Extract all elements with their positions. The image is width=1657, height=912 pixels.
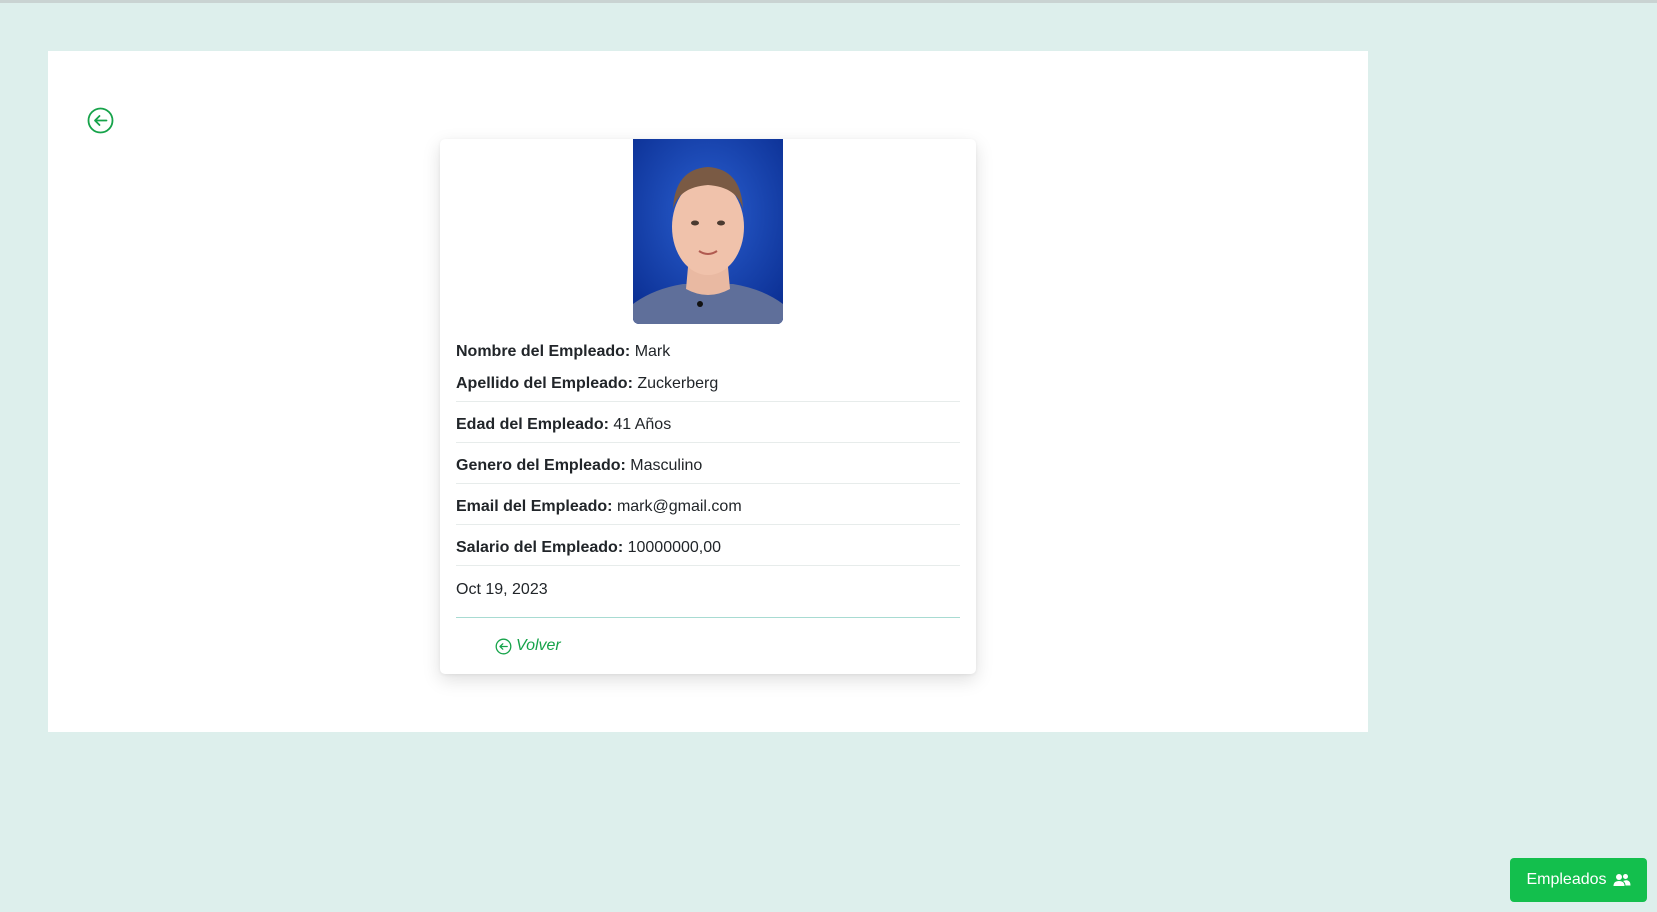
- genero-label: Genero del Empleado:: [456, 457, 626, 474]
- apellido-value: Zuckerberg: [637, 375, 719, 392]
- salario-label: Salario del Empleado:: [456, 539, 624, 556]
- top-border: [0, 0, 1657, 3]
- edad-label: Edad del Empleado:: [456, 416, 609, 433]
- separator: [456, 401, 960, 402]
- field-apellido: Apellido del Empleado: Zuckerberg: [456, 374, 960, 402]
- volver-label: Volver: [516, 637, 561, 654]
- email-label: Email del Empleado:: [456, 498, 613, 515]
- empleados-label: Empleados: [1526, 871, 1607, 888]
- field-email: Email del Empleado: mark@gmail.com: [456, 497, 960, 525]
- nombre-value: Mark: [634, 343, 671, 360]
- employee-card: Nombre del Empleado: Mark Apellido del E…: [440, 139, 976, 674]
- field-nombre: Nombre del Empleado: Mark: [456, 342, 960, 362]
- genero-value: Masculino: [630, 457, 703, 474]
- apellido-label: Apellido del Empleado:: [456, 375, 633, 392]
- employee-photo: [633, 139, 783, 324]
- field-salario: Salario del Empleado: 10000000,00: [456, 538, 960, 566]
- back-icon[interactable]: [87, 107, 114, 134]
- separator: [456, 483, 960, 484]
- nombre-label: Nombre del Empleado:: [456, 343, 631, 360]
- volver-link[interactable]: Volver: [495, 637, 561, 655]
- edad-value: 41 Años: [613, 416, 672, 433]
- field-genero: Genero del Empleado: Masculino: [456, 456, 960, 484]
- separator: [456, 524, 960, 525]
- field-edad: Edad del Empleado: 41 Años: [456, 415, 960, 443]
- salario-value: 10000000,00: [627, 539, 722, 556]
- people-icon: [1613, 874, 1631, 886]
- separator: [456, 565, 960, 566]
- created-date: Oct 19, 2023: [456, 581, 548, 598]
- card-divider: [456, 617, 960, 618]
- empleados-button[interactable]: Empleados: [1510, 858, 1647, 902]
- separator: [456, 442, 960, 443]
- arrow-left-circle-icon: [495, 638, 512, 654]
- arrow-left-circle-icon: [87, 107, 114, 134]
- email-value: mark@gmail.com: [616, 498, 742, 515]
